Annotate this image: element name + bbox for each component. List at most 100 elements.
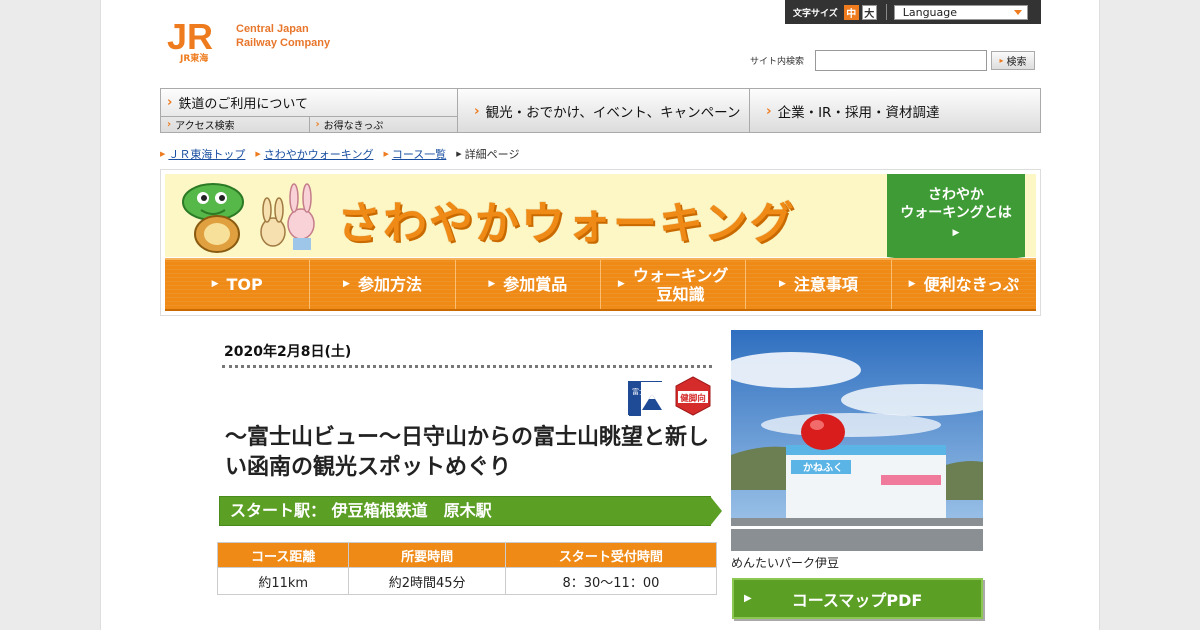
arrow-right-icon: ▸ — [999, 56, 1004, 65]
building-sign-text: かねふく — [803, 462, 843, 474]
banner-header: さわやかウォーキング さわやか ウォーキングとは ▶ — [165, 174, 1036, 266]
global-nav-corporate-label: 企業・IR・採用・資材調達 — [777, 104, 940, 121]
global-nav: › 鉄道のご利用について › アクセス検索 › お得なきっぷ › 観光・おでかけ… — [160, 88, 1041, 133]
global-nav-discount-tickets-label: お得なきっぷ — [323, 121, 384, 132]
chevron-right-icon: › — [167, 119, 172, 130]
walking-banner: さわやかウォーキング さわやか ウォーキングとは ▶ ▶ TOP ▶ 参加方法 ▶ 参… — [160, 169, 1041, 316]
advanced-walker-badge-icon: 健脚向 — [675, 376, 711, 416]
banner-nav-trivia-line2: 豆知識 — [656, 284, 705, 304]
company-name-line1: Central Japan — [236, 23, 309, 35]
start-reception-time: 8：30～11：00 — [504, 567, 718, 595]
company-name-line2: Railway Company — [236, 37, 331, 49]
language-select[interactable]: Language — [893, 4, 1028, 20]
banner-title: さわやかウォーキング — [337, 198, 796, 249]
global-nav-tourism[interactable]: › 観光・おでかけ、イベント、キャンペーン — [458, 89, 750, 132]
course-map-pdf-button[interactable]: ▶ コースマップPDF — [732, 578, 983, 619]
chevron-down-icon — [1013, 9, 1022, 15]
table-row: 約11km 約2時間45分 8：30～11：00 — [216, 567, 718, 595]
dotted-divider — [222, 365, 712, 368]
advanced-walker-badge-text: 健脚向 — [680, 393, 706, 404]
table-header: 所要時間 — [348, 542, 506, 568]
global-nav-access-search-label: アクセス検索 — [175, 121, 235, 132]
breadcrumb-current: 詳細ページ — [464, 148, 520, 161]
company-name: Central Japan Railway Company — [236, 22, 330, 50]
triangle-right-icon: ▶ — [908, 279, 916, 289]
banner-nav-how-to-join-label: 参加方法 — [357, 275, 422, 294]
banner-nav-notes-label: 注意事項 — [793, 275, 858, 294]
banner-nav-top-label: TOP — [226, 275, 263, 294]
chevron-right-icon: › — [315, 119, 320, 130]
table-header: スタート受付時間 — [504, 542, 718, 568]
page: JR JR東海 Central Japan Railway Company 文字… — [100, 0, 1100, 630]
global-nav-tourism-label: 観光・おでかけ、イベント、キャンペーン — [485, 104, 741, 121]
chevron-right-icon: › — [766, 102, 772, 119]
font-size-label: 文字サイズ — [793, 8, 838, 19]
fuji-view-badge-icon: 富士山ビュー — [628, 381, 674, 416]
font-size-medium-button[interactable]: 中 — [843, 4, 859, 20]
triangle-right-icon: ▶ — [343, 279, 350, 289]
course-info-table: コース距離 所要時間 スタート受付時間 約11km 約2時間45分 8：30～1… — [216, 542, 718, 595]
chevron-right-icon: › — [167, 95, 173, 110]
triangle-right-icon: ▶ — [779, 279, 786, 289]
mascot-characters-icon — [182, 183, 315, 253]
font-size-large-button[interactable]: 大 — [861, 4, 877, 20]
triangle-right-icon: ▶ — [255, 150, 261, 158]
triangle-right-icon: ▶ — [211, 279, 219, 289]
fuji-badge-text: 富士山ビュー — [632, 387, 663, 396]
triangle-right-icon: ▶ — [456, 150, 462, 158]
global-nav-railway-group: › 鉄道のご利用について › アクセス検索 › お得なきっぷ — [161, 89, 458, 132]
table-header-row: コース距離 所要時間 スタート受付時間 — [216, 542, 718, 568]
search-input[interactable] — [815, 50, 988, 71]
language-select-label: Language — [902, 5, 958, 19]
chevron-right-icon: › — [474, 102, 480, 119]
global-nav-discount-tickets[interactable]: › お得なきっぷ — [310, 117, 458, 132]
breadcrumb: ▶ ＪＲ東海トップ ▶ さわやかウォーキング ▶ コース一覧 ▶ 詳細ページ — [160, 146, 519, 162]
search-button[interactable]: ▸ 検索 — [991, 51, 1036, 70]
start-station-banner: スタート駅： 伊豆箱根鉄道 原木駅 — [219, 496, 722, 526]
banner-nav-top[interactable]: ▶ TOP — [165, 260, 311, 309]
breadcrumb-walking[interactable]: さわやかウォーキング — [264, 146, 374, 162]
jr-logo-icon: JR JR東海 — [166, 16, 228, 64]
divider — [885, 4, 887, 20]
jr-logo-sub: JR東海 — [179, 52, 208, 63]
about-walking-line1: さわやか — [928, 187, 984, 203]
jr-logo-mark: JR — [167, 17, 213, 57]
photo-caption: めんたいパーク伊豆 — [731, 556, 840, 570]
banner-nav-prizes[interactable]: ▶ 参加賞品 — [455, 260, 601, 309]
breadcrumb-course-list[interactable]: コース一覧 — [392, 146, 446, 162]
triangle-right-icon: ▶ — [160, 150, 166, 158]
triangle-right-icon: ▶ — [617, 279, 625, 289]
required-time: 約2時間45分 — [348, 567, 506, 595]
triangle-right-icon: ▶ — [744, 593, 752, 604]
banner-nav-trivia-line1: ウォーキング — [632, 265, 729, 285]
course-map-pdf-label: コースマップPDF — [791, 590, 923, 610]
utility-bar: 文字サイズ 中 大 Language — [785, 0, 1041, 24]
table-header: コース距離 — [216, 542, 350, 568]
search-button-label: 検索 — [1006, 57, 1027, 68]
banner-nav-trivia-label: ウォーキング 豆知識 — [633, 266, 729, 304]
global-nav-access-search[interactable]: › アクセス検索 — [161, 117, 310, 132]
global-nav-corporate[interactable]: › 企業・IR・採用・資材調達 — [750, 89, 1040, 132]
global-nav-railway-subitems: › アクセス検索 › お得なきっぷ — [161, 117, 457, 132]
banner-nav: ▶ TOP ▶ 参加方法 ▶ 参加賞品 ▶ ウォーキング 豆知識 ▶ 注意事項 ▶ 便利なきっ… — [165, 258, 1036, 311]
banner-nav-tickets-label: 便利なきっぷ — [923, 275, 1019, 294]
event-date: 2020年2月8日(土) — [224, 344, 352, 360]
site-search: サイト内検索 ▸ 検索 — [750, 50, 1036, 71]
breadcrumb-jr-top[interactable]: ＪＲ東海トップ — [168, 146, 245, 162]
search-label: サイト内検索 — [750, 57, 805, 67]
jr-central-logo[interactable]: JR JR東海 Central Japan Railway Company — [166, 16, 330, 64]
about-walking-button[interactable]: さわやか ウォーキングとは ▶ — [887, 174, 1025, 266]
global-nav-railway-label: 鉄道のご利用について — [178, 97, 308, 112]
course-title: ～富士山ビュー～日守山からの富士山眺望と新しい函南の観光スポットめぐり — [225, 425, 710, 480]
banner-nav-tickets[interactable]: ▶ 便利なきっぷ — [891, 260, 1036, 309]
course-distance: 約11km — [216, 567, 350, 595]
global-nav-railway[interactable]: › 鉄道のご利用について — [161, 89, 457, 117]
about-walking-line2: ウォーキングとは — [900, 205, 1012, 221]
triangle-right-icon: ▶ — [488, 279, 496, 289]
spot-photo: かねふく — [731, 330, 983, 551]
triangle-right-icon: ▶ — [383, 150, 389, 158]
banner-nav-notes[interactable]: ▶ 注意事項 — [746, 260, 892, 309]
banner-nav-prizes-label: 参加賞品 — [503, 275, 568, 294]
banner-nav-how-to-join[interactable]: ▶ 参加方法 — [310, 260, 456, 309]
banner-nav-trivia[interactable]: ▶ ウォーキング 豆知識 — [600, 260, 747, 309]
